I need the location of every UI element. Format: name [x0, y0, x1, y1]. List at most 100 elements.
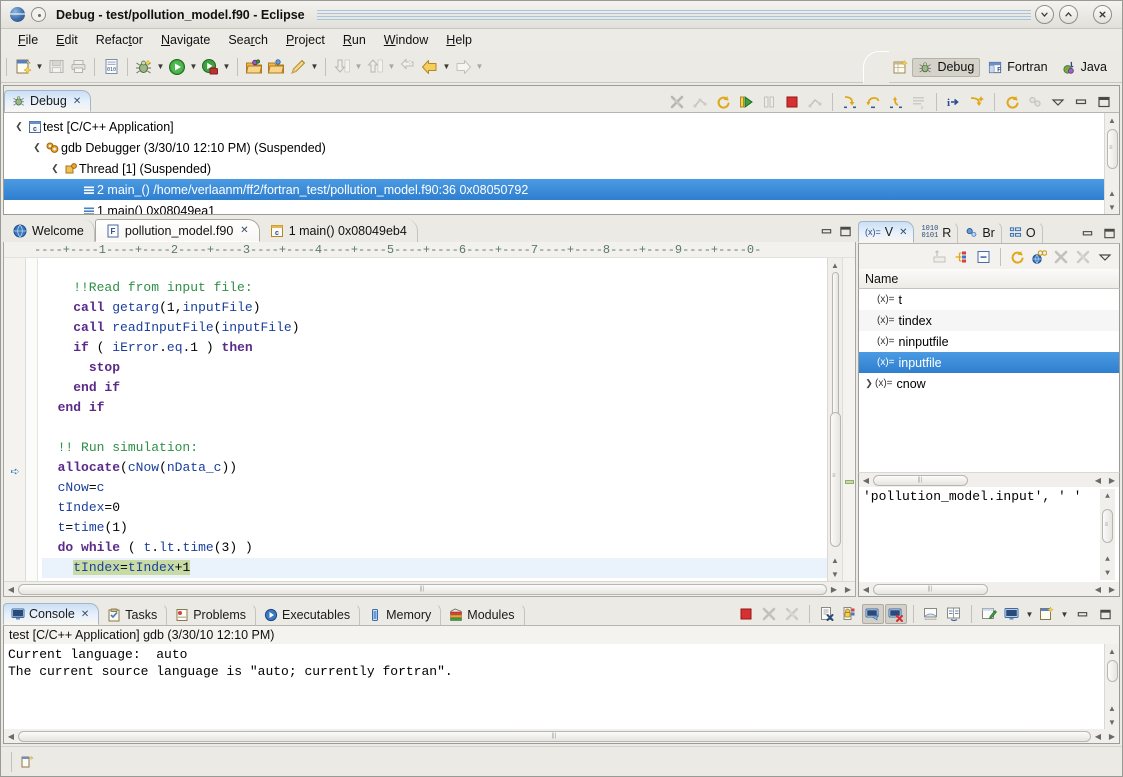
scroll-right-icon[interactable]: ◀: [1091, 582, 1105, 597]
show-console-stderr-icon[interactable]: [885, 604, 907, 624]
scroll-left-icon[interactable]: ◀: [859, 473, 873, 488]
twisty-expanded-icon[interactable]: ❮: [12, 121, 26, 132]
scroll-up-icon[interactable]: ▲: [828, 258, 843, 272]
open-perspective-icon[interactable]: [889, 56, 911, 78]
pencil-dropdown-icon[interactable]: ▼: [309, 56, 320, 78]
tab-executables[interactable]: Executables: [256, 603, 360, 625]
show-console-stdout-icon[interactable]: [862, 604, 884, 624]
menu-edit[interactable]: Edit: [47, 31, 87, 49]
console-hscrollbar[interactable]: ◀ ||| ◀ ▶: [3, 729, 1120, 744]
hscrollbar-thumb[interactable]: |||: [18, 584, 827, 595]
console-maximize-icon[interactable]: [1094, 604, 1116, 624]
external-tools-dropdown-icon[interactable]: ▼: [221, 56, 232, 78]
tab-breakpoints[interactable]: Br: [958, 221, 1002, 243]
scroll-up-icon[interactable]: ▲: [1100, 489, 1115, 503]
new-file-dropdown-icon[interactable]: ▼: [34, 56, 45, 78]
scrollbar-thumb[interactable]: [1107, 660, 1118, 682]
tab-close-icon[interactable]: ✕: [240, 225, 248, 236]
source-code[interactable]: !!Read from input file: call getarg(1,in…: [38, 258, 827, 581]
list-item[interactable]: ❯ (x)= cnow: [859, 373, 1119, 394]
scroll-right-icon[interactable]: ◀: [1091, 729, 1105, 744]
tab-registers[interactable]: 10100101 R: [914, 221, 958, 243]
list-item[interactable]: (x)= tindex: [859, 310, 1119, 331]
list-item[interactable]: (x)= ninputfile: [859, 331, 1119, 352]
open-console-dropdown-icon[interactable]: ▼: [1059, 603, 1070, 625]
scrollbar-shaft[interactable]: [832, 272, 839, 432]
new-console-view-icon[interactable]: [978, 604, 1000, 624]
display-console-dropdown-icon[interactable]: ▼: [1024, 603, 1035, 625]
open-console-icon[interactable]: [1036, 604, 1058, 624]
external-tools-icon[interactable]: [199, 56, 221, 78]
scroll-down-2-icon[interactable]: ▼: [1100, 566, 1115, 580]
menu-search[interactable]: Search: [219, 31, 277, 49]
hscrollbar-thumb[interactable]: |||: [873, 584, 988, 595]
step-over-icon[interactable]: [862, 92, 884, 112]
twisty-expanded-icon[interactable]: ❮: [30, 142, 44, 153]
scroll-up-icon[interactable]: ▲: [1105, 113, 1120, 127]
twisty-expanded-icon[interactable]: ❮: [48, 163, 62, 174]
step-into-icon[interactable]: [839, 92, 861, 112]
run-dropdown-icon[interactable]: ▼: [188, 56, 199, 78]
scroll-left-icon[interactable]: ◀: [4, 729, 18, 744]
new-file-icon[interactable]: [12, 56, 34, 78]
resume-icon[interactable]: [735, 92, 757, 112]
editor-maximize-icon[interactable]: [839, 225, 852, 238]
tab-debug[interactable]: Debug ✕: [4, 90, 91, 112]
back-arrow-icon[interactable]: [419, 56, 441, 78]
detail-hscrollbar[interactable]: ◀ ||| ◀ ▶: [858, 582, 1120, 597]
window-minimize-button[interactable]: [1035, 5, 1054, 24]
restart-icon[interactable]: [712, 92, 734, 112]
tab-problems[interactable]: Problems: [167, 603, 256, 625]
variables-list[interactable]: (x)= t (x)= tindex (x)= ninputfile (x)= …: [858, 289, 1120, 472]
perspective-fortran[interactable]: F Fortran: [982, 58, 1053, 77]
minimize-icon[interactable]: [1070, 92, 1092, 112]
step-into-selection-icon[interactable]: [966, 92, 988, 112]
debug-tree-scrollbar[interactable]: ▲ ≡ ▲ ▼: [1104, 113, 1119, 214]
tab-variables[interactable]: (x)= V ✕: [858, 221, 914, 243]
scroll-down-icon[interactable]: ▲: [1105, 701, 1120, 715]
back-dropdown-icon[interactable]: ▼: [441, 56, 452, 78]
tab-debug-close-icon[interactable]: ✕: [73, 96, 81, 107]
collapse-all-icon[interactable]: [973, 247, 995, 267]
variables-view-menu-icon[interactable]: [1094, 247, 1116, 267]
word-wrap-icon[interactable]: [943, 604, 965, 624]
table-row[interactable]: 2 main_() /home/verlaanm/ff2/fortran_tes…: [4, 179, 1104, 200]
restart-2-icon[interactable]: [1001, 92, 1023, 112]
scroll-down-icon[interactable]: ▲: [1105, 186, 1120, 200]
tab-welcome[interactable]: Welcome: [3, 219, 95, 242]
console-minimize-icon[interactable]: [1071, 604, 1093, 624]
detail-vscrollbar[interactable]: ▲ ≡ ▲ ▼: [1100, 489, 1115, 580]
scrollbar-thumb[interactable]: ≡: [1102, 509, 1113, 543]
scroll-left-icon[interactable]: ◀: [859, 582, 873, 597]
menu-window[interactable]: Window: [375, 31, 437, 49]
table-row[interactable]: ❮ Thread [1] (Suspended): [4, 158, 1104, 179]
hscrollbar-thumb[interactable]: |||: [18, 731, 1091, 742]
globe-glasses-icon[interactable]: [1028, 247, 1050, 267]
twisty-collapsed-icon[interactable]: ❯: [863, 378, 875, 389]
perspective-debug[interactable]: Debug: [912, 58, 980, 77]
terminate-icon[interactable]: [781, 92, 803, 112]
tab-outline[interactable]: O: [1002, 221, 1043, 243]
menu-navigate[interactable]: Navigate: [152, 31, 219, 49]
editor-minimize-icon[interactable]: [820, 225, 833, 238]
tab-pollution-model[interactable]: F pollution_model.f90 ✕: [95, 219, 260, 242]
logical-structure-icon[interactable]: [951, 247, 973, 267]
scroll-right-icon[interactable]: ▶: [827, 582, 841, 597]
window-menu-icon[interactable]: [31, 7, 46, 22]
scroll-right-2-icon[interactable]: ▶: [841, 582, 855, 597]
scroll-up-icon[interactable]: ▲: [1105, 644, 1120, 658]
tab-main-frame[interactable]: c 1 main() 0x08049eb4: [260, 219, 418, 242]
debug-tree[interactable]: ❮ c test [C/C++ Application] ❮ gdb Debug…: [4, 113, 1104, 214]
list-item[interactable]: (x)= inputfile: [859, 352, 1119, 373]
run-play-icon[interactable]: [166, 56, 188, 78]
folding-bar[interactable]: [26, 258, 38, 581]
window-close-button[interactable]: [1093, 5, 1112, 24]
scrollbar-thumb[interactable]: ≡: [830, 412, 841, 547]
clear-console-icon[interactable]: [816, 604, 838, 624]
instruction-step-icon[interactable]: i: [943, 92, 965, 112]
window-maximize-button[interactable]: [1059, 5, 1078, 24]
menu-file[interactable]: File: [9, 31, 47, 49]
tab-console-close-icon[interactable]: ✕: [81, 609, 89, 620]
editor-vertical-scrollbar[interactable]: ▲ ≡ ▲ ▼: [827, 258, 842, 581]
hscrollbar-thumb[interactable]: |||: [873, 475, 968, 486]
